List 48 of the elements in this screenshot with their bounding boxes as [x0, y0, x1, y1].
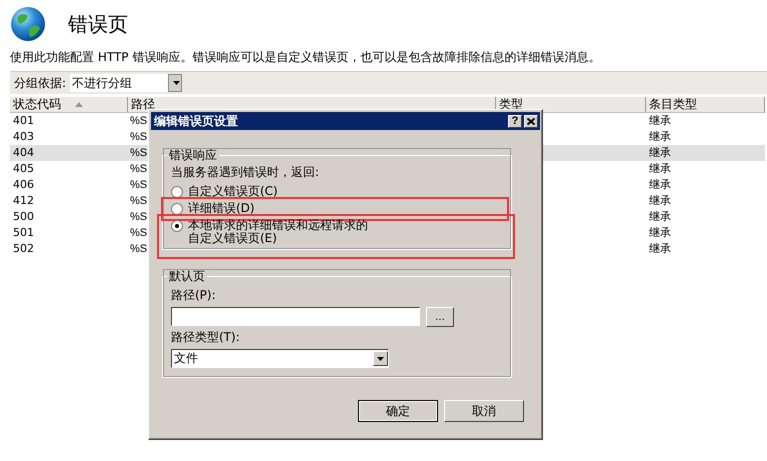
- table-cell: %S: [130, 115, 148, 127]
- table-cell: %S: [130, 243, 148, 255]
- group-legend: 错误响应: [167, 147, 219, 164]
- table-cell-text: 403: [12, 129, 35, 145]
- table-cell-text: 405: [12, 161, 35, 177]
- page-title: 错误页: [68, 10, 128, 38]
- table-cell-text: 406: [12, 177, 35, 193]
- table-cell-text: 继承: [648, 241, 672, 257]
- column-header[interactable]: 条目类型: [646, 97, 765, 113]
- radio-label[interactable]: 自定义错误页(C): [188, 185, 278, 198]
- group-by-dropdown[interactable]: 不进行分组: [70, 74, 182, 92]
- table-cell-text: 继承: [648, 113, 672, 129]
- page-description: 使用此功能配置 HTTP 错误响应。错误响应可以是自定义错误页，也可以是包含故障排除信息的详细错误消息。: [9, 49, 602, 66]
- group-by-label: 分组依据:: [14, 74, 66, 92]
- path-type-dropdown[interactable]: 文件: [171, 349, 389, 368]
- browse-button[interactable]: ...: [426, 307, 454, 327]
- table-cell-text: 继承: [648, 129, 672, 145]
- table-cell-text: 500: [12, 209, 35, 225]
- table-cell: 继承: [646, 145, 765, 161]
- table-cell-text: 501: [12, 225, 35, 241]
- table-cell-text: 401: [12, 113, 35, 129]
- table-cell: %S: [130, 227, 148, 239]
- table-cell-text: 继承: [648, 225, 672, 241]
- table-cell-text: 继承: [648, 177, 672, 193]
- table-cell: %S: [130, 211, 148, 223]
- help-button[interactable]: ?: [508, 114, 522, 128]
- radio-label[interactable]: 本地请求的详细错误和远程请求的自定义错误页(E): [188, 219, 378, 245]
- path-type-label: 路径类型(T):: [171, 329, 241, 346]
- path-label: 路径(P):: [171, 287, 217, 304]
- column-header[interactable]: 状态代码: [10, 97, 128, 113]
- table-cell-text: 412: [12, 193, 35, 209]
- dialog-title: 编辑错误页设置: [154, 112, 238, 130]
- radio-label[interactable]: 详细错误(D): [188, 202, 255, 215]
- column-header[interactable]: 类型: [496, 97, 646, 113]
- table-cell: %S: [130, 179, 148, 191]
- group-legend: 默认页: [167, 268, 207, 285]
- cancel-button[interactable]: 取消: [444, 400, 524, 422]
- table-cell: %S: [130, 163, 148, 175]
- table-cell: %S: [130, 195, 148, 207]
- ok-button[interactable]: 确定: [358, 400, 438, 422]
- table-cell-text: 继承: [648, 209, 672, 225]
- prompt-text: 当服务器遇到错误时，返回:: [171, 164, 320, 181]
- table-cell-text: 继承: [648, 161, 672, 177]
- table-cell: %S: [130, 147, 148, 159]
- table-cell: 404: [10, 145, 128, 161]
- table-cell: %S: [130, 131, 148, 143]
- table-cell-text: 继承: [648, 193, 672, 209]
- table-cell-text: 502: [12, 241, 35, 257]
